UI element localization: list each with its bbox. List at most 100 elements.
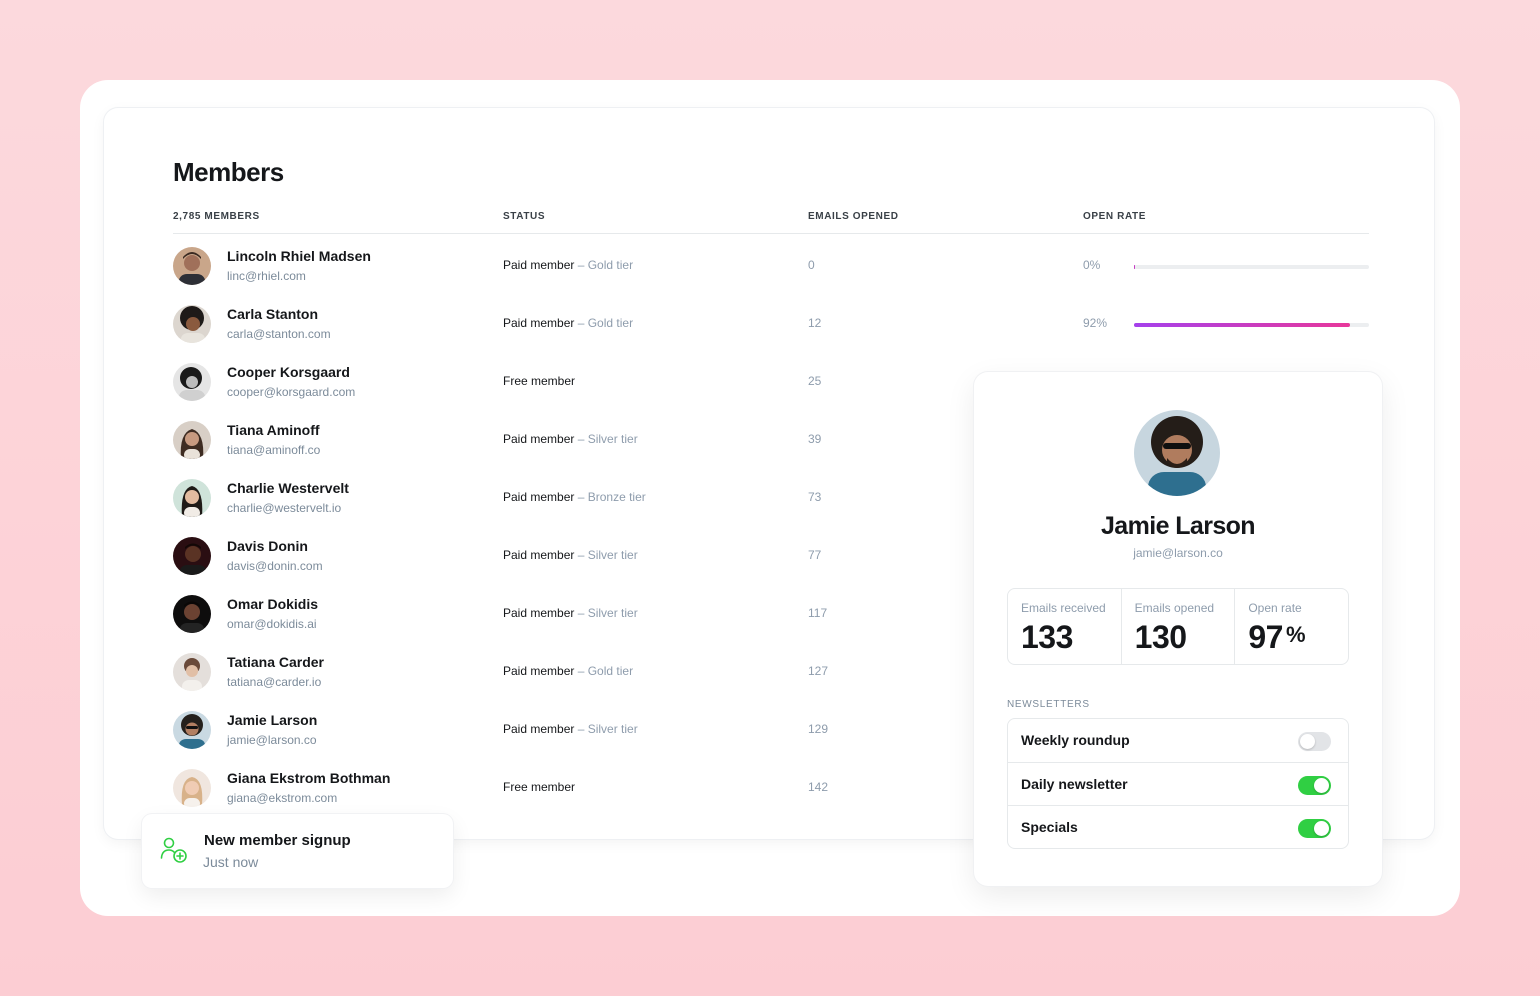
stat-value: 133 — [1021, 619, 1073, 656]
newsletter-item: Specials — [1008, 806, 1348, 850]
tier-label: – Gold tier — [574, 664, 634, 678]
newsletters-heading: NEWSLETTERS — [1007, 699, 1090, 710]
emails-opened-count: 129 — [808, 722, 829, 736]
member-name: Carla Stanton — [227, 306, 319, 322]
open-rate-bar-fill — [1134, 265, 1136, 269]
emails-opened-count: 12 — [808, 316, 822, 330]
newsletter-label: Weekly roundup — [1021, 732, 1130, 748]
avatar — [173, 363, 211, 401]
emails-opened-count: 0 — [808, 258, 815, 272]
open-rate-bar — [1134, 265, 1369, 269]
status-label: Free member — [503, 780, 576, 794]
user-add-icon — [160, 836, 188, 869]
newsletter-toggle[interactable] — [1298, 732, 1331, 751]
stat-number: 130 — [1134, 619, 1187, 655]
member-email: jamie@larson.co — [227, 733, 317, 747]
status-label: Paid member — [503, 490, 575, 504]
tier-label: – Silver tier — [574, 432, 638, 446]
status-label: Paid member — [503, 316, 575, 330]
status-label: Paid member — [503, 548, 575, 562]
page-title: Members — [173, 157, 284, 187]
emails-opened-count: 142 — [808, 780, 829, 794]
member-status: Paid member – Gold tier — [503, 258, 633, 272]
avatar — [173, 305, 211, 343]
notification-time: Just now — [203, 854, 259, 870]
member-profile-panel: Jamie Larson jamie@larson.co Emails rece… — [974, 372, 1382, 886]
member-name: Cooper Korsgaard — [227, 364, 350, 380]
profile-name: Jamie Larson — [1101, 512, 1256, 540]
status-label: Paid member — [503, 722, 575, 736]
avatar — [173, 653, 211, 691]
member-email: davis@donin.com — [227, 559, 323, 573]
member-status: Paid member – Gold tier — [503, 316, 633, 330]
avatar — [173, 247, 211, 285]
stat-label: Open rate — [1248, 601, 1302, 615]
avatar — [173, 769, 211, 807]
member-email: charlie@westervelt.io — [227, 501, 342, 515]
notification-title: New member signup — [204, 832, 351, 849]
column-header-emails-opened[interactable]: EMAILS OPENED — [808, 211, 899, 222]
avatar — [173, 537, 211, 575]
member-email: omar@dokidis.ai — [227, 617, 317, 631]
member-status: Paid member – Silver tier — [503, 432, 638, 446]
newsletter-toggle[interactable] — [1298, 775, 1331, 795]
stat-label: Emails opened — [1134, 601, 1215, 615]
member-email: cooper@korsgaard.com — [227, 385, 356, 399]
profile-avatar — [1134, 410, 1220, 496]
stat-number: 133 — [1021, 619, 1073, 655]
member-name: Davis Donin — [227, 538, 308, 554]
newsletter-label: Daily newsletter — [1021, 775, 1128, 792]
newsletter-item: Weekly roundup — [1008, 719, 1348, 763]
table-row[interactable]: Lincoln Rhiel Madsen linc@rhiel.com Paid… — [173, 247, 1369, 305]
member-name: Tatiana Carder — [227, 654, 324, 670]
new-member-notification[interactable]: New member signup Just now — [142, 814, 453, 888]
member-status: Paid member – Silver tier — [503, 548, 638, 562]
member-name: Lincoln Rhiel Madsen — [227, 248, 371, 264]
toggle-knob — [1314, 821, 1329, 837]
stat-open-rate: Open rate 97% — [1235, 589, 1348, 664]
open-rate-bar-fill — [1134, 323, 1351, 327]
stat-value: 97% — [1248, 619, 1305, 656]
status-label: Paid member — [503, 664, 575, 678]
emails-opened-count: 117 — [808, 606, 828, 620]
emails-opened-count: 73 — [808, 490, 822, 504]
table-row[interactable]: Carla Stanton carla@stanton.com Paid mem… — [173, 305, 1369, 363]
avatar — [173, 421, 211, 459]
status-label: Free member — [503, 374, 576, 388]
open-rate-value: 0% — [1083, 258, 1101, 272]
stat-unit: % — [1285, 622, 1306, 647]
column-header-open-rate[interactable]: OPEN RATE — [1083, 211, 1146, 222]
profile-stats: Emails received 133 Emails opened 130 Op… — [1007, 588, 1349, 665]
stat-number: 97 — [1248, 619, 1283, 655]
column-header-members[interactable]: 2,785 MEMBERS — [173, 211, 260, 222]
avatar — [173, 479, 211, 517]
member-status: Free member — [503, 780, 575, 794]
toggle-knob — [1314, 777, 1329, 793]
member-email: carla@stanton.com — [227, 327, 331, 341]
tier-label: – Gold tier — [574, 316, 634, 330]
member-status: Free member — [503, 374, 575, 388]
toggle-knob — [1300, 734, 1315, 749]
tier-label: – Silver tier — [574, 548, 638, 562]
tier-label: – Silver tier — [574, 722, 638, 736]
avatar — [173, 711, 211, 749]
emails-opened-count: 127 — [808, 664, 829, 678]
member-status: Paid member – Silver tier — [503, 606, 638, 620]
status-label: Paid member — [503, 606, 575, 620]
status-label: Paid member — [503, 258, 575, 272]
newsletter-toggle[interactable] — [1298, 819, 1331, 839]
column-header-status[interactable]: STATUS — [503, 211, 545, 222]
newsletter-item: Daily newsletter — [1008, 763, 1348, 807]
stat-value: 130 — [1135, 619, 1187, 656]
member-email: linc@rhiel.com — [227, 269, 306, 283]
member-name: Jamie Larson — [227, 712, 318, 728]
member-status: Paid member – Silver tier — [503, 722, 638, 736]
member-name: Tiana Aminoff — [227, 422, 320, 438]
tier-label: – Bronze tier — [574, 490, 646, 504]
stat-emails-received: Emails received 133 — [1008, 589, 1122, 664]
avatar — [173, 595, 211, 633]
member-email: tiana@aminoff.co — [227, 443, 321, 457]
emails-opened-count: 77 — [808, 548, 822, 562]
member-email: giana@ekstrom.com — [227, 791, 338, 805]
open-rate-bar — [1134, 323, 1369, 327]
